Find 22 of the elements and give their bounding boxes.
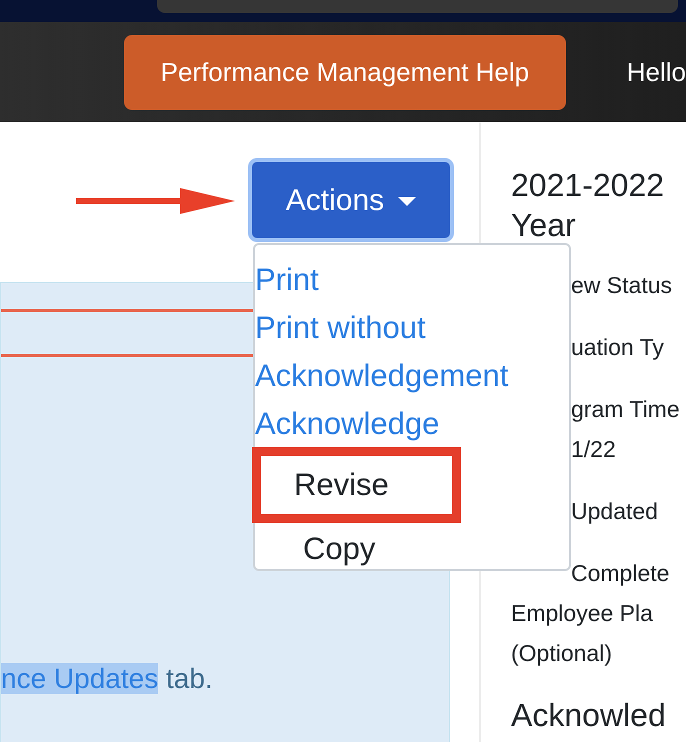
section-heading: Acknowled [511,696,667,735]
detail-text: Employee Pla [511,599,653,628]
summary-title: 2021-2022 Year [511,166,666,245]
greeting-text: Hello [626,56,686,88]
notice-text: nce Updates tab. [1,662,213,696]
detail-text: ew Status [570,271,672,300]
menu-link[interactable]: Print [255,261,319,299]
actions-button[interactable]: Actions [252,162,450,238]
menu-item[interactable]: Revise [261,456,389,514]
menu-link[interactable]: Print without [255,309,426,347]
detail-text: gram Time [570,395,680,424]
menu-item[interactable]: Copy [261,529,376,569]
detail-text: Complete [570,559,670,588]
detail-text: uation Ty [570,333,664,362]
detail-text: 1/22 [570,435,616,464]
updates-link[interactable]: nce Updates [1,663,158,694]
menu-link[interactable]: Acknowledge [255,405,440,443]
help-button[interactable]: Performance Management Help [124,34,566,110]
detail-text: Updated [570,497,658,526]
detail-text: (Optional) [511,639,612,668]
menu-link[interactable]: Acknowledgement [255,357,508,395]
caret-icon [398,197,416,206]
